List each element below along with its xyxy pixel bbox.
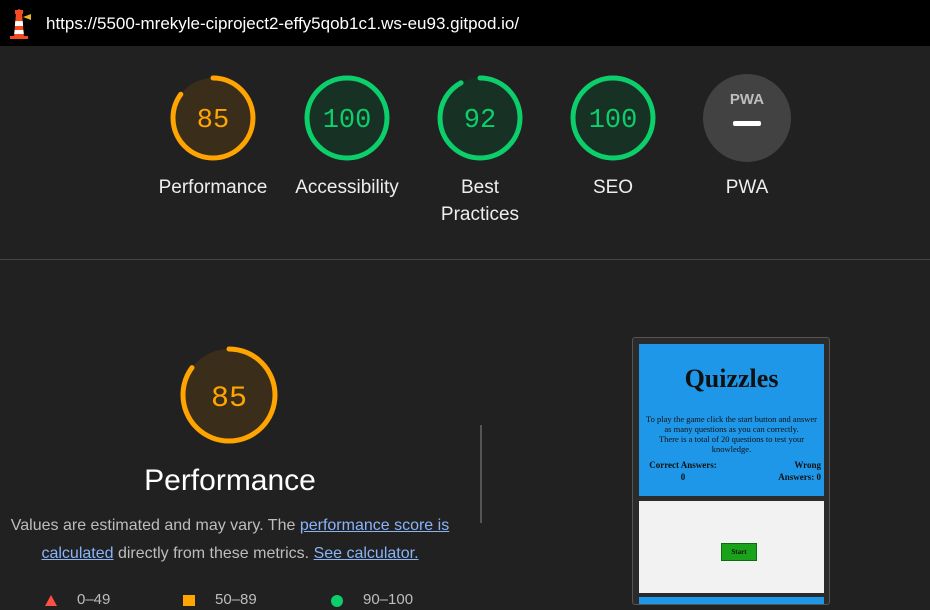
preview-correct-value: 0	[680, 472, 686, 482]
preview-start-card: Start	[639, 501, 824, 593]
preview-intro: To play the game click the start button …	[641, 414, 822, 454]
gauge-label-accessibility: Accessibility	[295, 177, 399, 198]
vertical-separator	[480, 425, 482, 523]
gauge-performance[interactable]: 85 Performance	[148, 73, 278, 201]
legend-range-pass: 90–100	[363, 591, 414, 608]
legend-range-fail: 0–49	[77, 591, 111, 608]
page-url[interactable]: https://5500-mrekyle-ciproject2-effy5qob…	[46, 14, 519, 34]
lighthouse-logo-icon	[10, 9, 31, 39]
preview-intro-line4: knowledge.	[711, 444, 752, 454]
gauge-label-performance: Performance	[158, 177, 268, 198]
preview-wrong-label-2: Answers: 0	[778, 472, 821, 482]
score-legend: 0–49 50–89 90–100	[0, 590, 470, 610]
gauge-label-best-practices-line1: Best	[460, 177, 500, 198]
preview-intro-line1: To play the game click the start button …	[645, 414, 817, 424]
seo-score-ring: 100	[570, 75, 656, 161]
square-icon	[183, 595, 195, 606]
performance-score-ring: 85	[170, 75, 256, 161]
preview-wrong-answers: Wrong Answers: 0	[759, 459, 821, 483]
section-divider	[0, 259, 930, 260]
performance-description: Values are estimated and may vary. The p…	[5, 512, 455, 568]
gauge-label-best-practices: Best Practices	[415, 174, 545, 228]
page-screenshot-preview[interactable]: Quizzles To play the game click the star…	[632, 337, 830, 605]
preview-intro-line2: as many questions as you can correctly.	[664, 424, 799, 434]
gauge-label-pwa: PWA	[725, 177, 769, 198]
gauge-accessibility[interactable]: 100 Accessibility	[282, 73, 412, 201]
preview-correct-answers: Correct Answers: 0	[642, 459, 724, 483]
performance-large-score-ring: 85	[180, 346, 278, 444]
see-calculator-link[interactable]: See calculator.	[314, 545, 419, 562]
seo-score: 100	[589, 106, 638, 136]
gauge-seo[interactable]: 100 SEO	[548, 73, 678, 201]
pwa-badge-text: PWA	[730, 91, 764, 108]
preview-title: Quizzles	[684, 364, 779, 393]
legend-range-average: 50–89	[215, 591, 257, 608]
accessibility-score-ring: 100	[304, 75, 390, 161]
gauge-label-best-practices-line2: Practices	[440, 204, 520, 225]
description-prefix: Values are estimated and may vary. The	[10, 517, 300, 534]
triangle-icon	[45, 595, 57, 606]
preview-header-card: Quizzles To play the game click the star…	[639, 344, 824, 496]
description-mid: directly from these metrics.	[113, 545, 314, 562]
best-practices-score-ring: 92	[437, 75, 523, 161]
preview-wrong-label-1: Wrong	[794, 460, 821, 470]
accessibility-score: 100	[323, 106, 372, 136]
performance-large-score: 85	[211, 382, 247, 416]
preview-footer-card	[639, 597, 824, 604]
gauge-best-practices[interactable]: 92 Best Practices	[415, 73, 545, 228]
gauge-pwa[interactable]: PWA PWA	[682, 73, 812, 201]
preview-start-button: Start	[721, 543, 757, 561]
circle-icon	[331, 595, 343, 607]
performance-title: Performance	[144, 464, 316, 497]
address-bar: https://5500-mrekyle-ciproject2-effy5qob…	[0, 0, 930, 46]
gauge-label-seo: SEO	[592, 177, 634, 198]
performance-score: 85	[197, 106, 229, 136]
pwa-badge-icon: PWA	[703, 74, 791, 162]
preview-correct-label: Correct Answers:	[649, 460, 717, 470]
preview-intro-line3: There is a total of 20 questions to test…	[658, 434, 805, 444]
best-practices-score: 92	[464, 106, 496, 136]
